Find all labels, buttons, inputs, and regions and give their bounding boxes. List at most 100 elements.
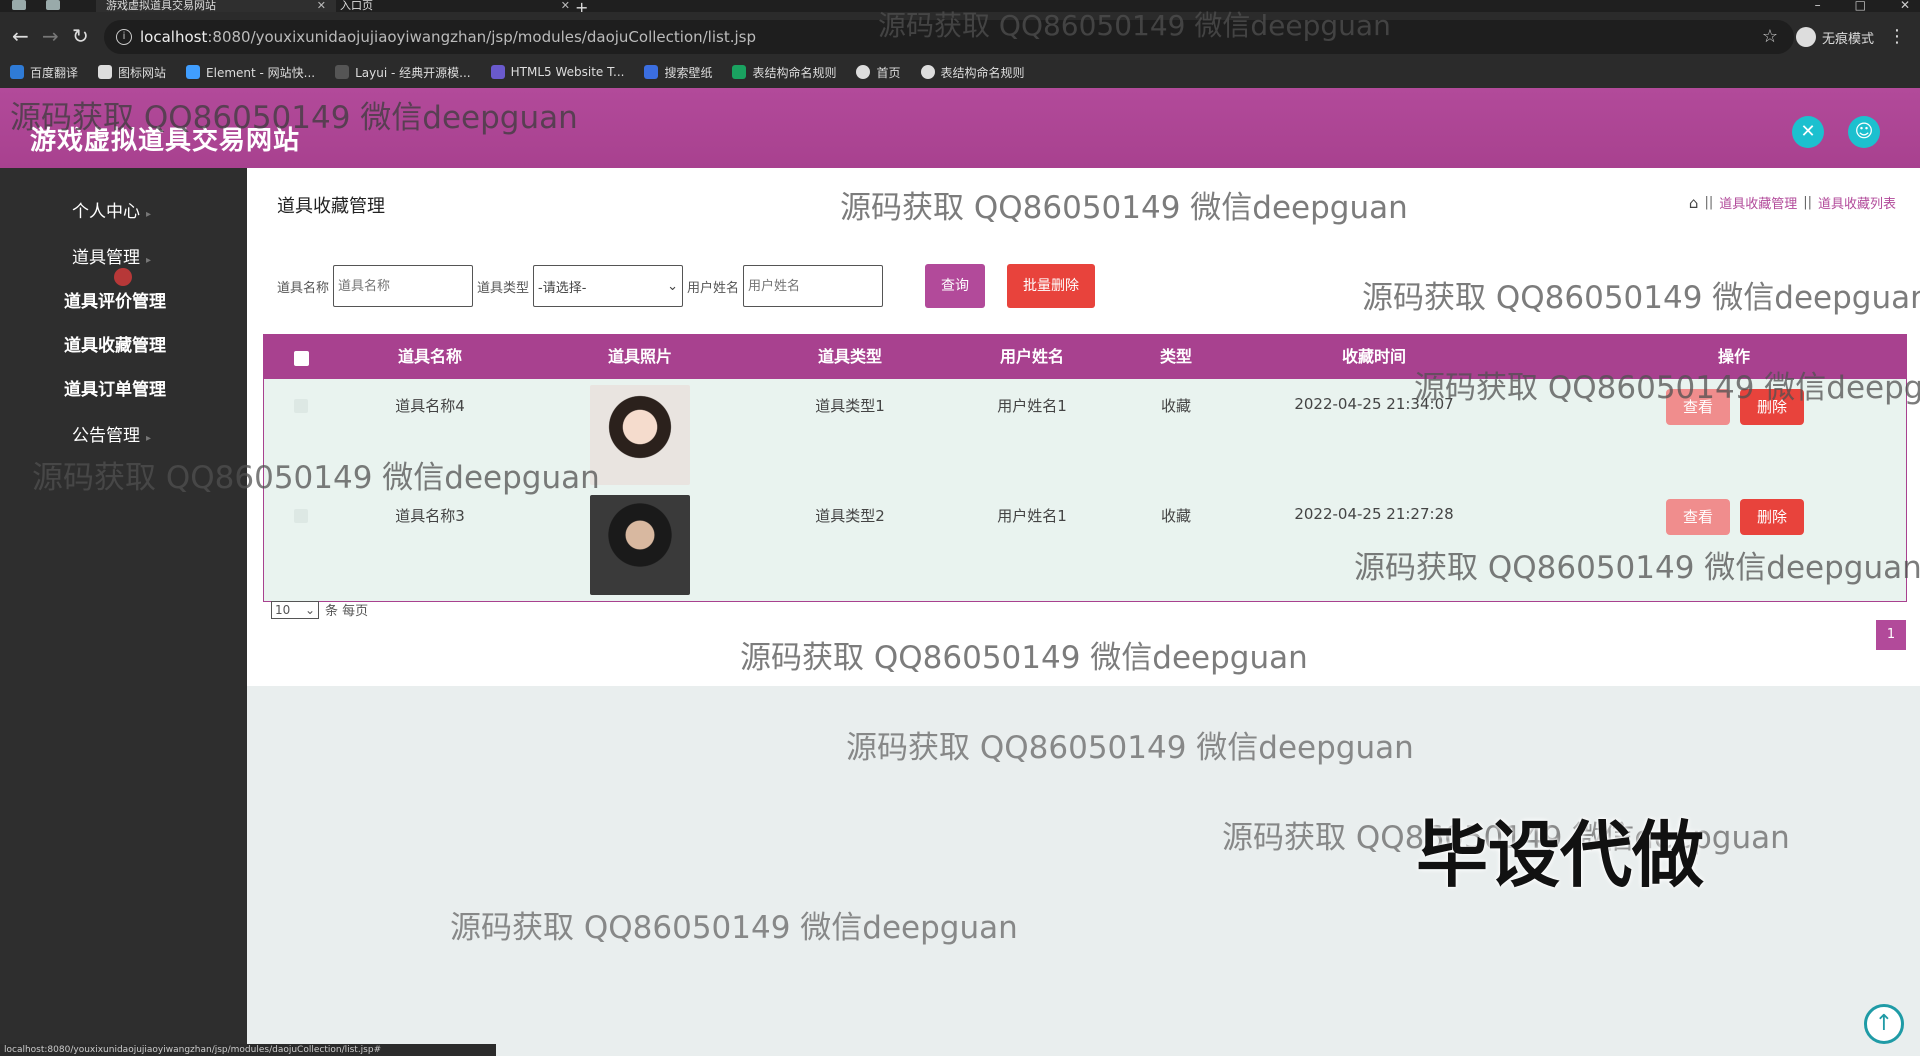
page-size-select[interactable]: 10 ⌄	[271, 600, 319, 619]
breadcrumb-item[interactable]: 道具收藏管理	[1719, 193, 1797, 212]
window-close-icon[interactable]: ✕	[1900, 0, 1910, 12]
tab-search-icon[interactable]	[46, 0, 60, 10]
bookmark-item[interactable]: 表结构命名规则	[920, 64, 1025, 81]
incognito-badge[interactable]: 无痕模式	[1796, 27, 1874, 47]
info-icon[interactable]: i	[116, 29, 132, 45]
maximize-icon[interactable]: □	[1855, 0, 1866, 12]
user-icon[interactable]: ☺	[1848, 116, 1880, 148]
sidebar-item-notice-management[interactable]: 公告管理 ▸	[0, 416, 247, 456]
user-name-input[interactable]	[743, 265, 884, 307]
scroll-to-top-icon[interactable]: ↑	[1864, 1004, 1904, 1044]
watermark: 源码获取 QQ86050149 微信deepguan	[846, 730, 1414, 766]
status-bar-url: localhost:8080/youxixunidaojujiaoyiwangz…	[0, 1044, 496, 1056]
chevron-icon: ▸	[146, 255, 152, 266]
sidebar-item-personal-center[interactable]: 个人中心 ▸	[0, 192, 247, 232]
chevron-down-icon: ⌄	[667, 278, 679, 294]
bookmark-item[interactable]: 表结构命名规则	[732, 64, 836, 81]
bookmarks-bar: 百度翻译 图标网站 Element - 网站快... Layui - 经典开源模…	[0, 56, 1920, 88]
batch-delete-button[interactable]: 批量删除	[1007, 264, 1096, 308]
breadcrumb-item[interactable]: 道具收藏列表	[1818, 193, 1896, 212]
per-page-label: 条 每页	[325, 604, 369, 619]
bookmark-item[interactable]: 首页	[856, 64, 901, 81]
cell-item-name: 道具名称4	[395, 397, 465, 415]
item-type-label: 道具类型	[477, 280, 530, 296]
watermark: 源码获取 QQ86050149 微信deepguan	[740, 640, 1308, 676]
element-icon	[186, 65, 201, 79]
cell-item-name: 道具名称3	[395, 507, 465, 525]
sheet-icon	[732, 65, 747, 79]
watermark: 源码获取 QQ86050149 微信deepguan	[10, 100, 578, 136]
bookmark-star-icon[interactable]: ☆	[1762, 26, 1778, 47]
close-icon[interactable]: ✕	[561, 0, 570, 11]
bookmark-item[interactable]: 搜索壁纸	[644, 64, 712, 81]
bookmark-item[interactable]: Element - 网站快...	[186, 64, 315, 81]
bookmark-item[interactable]: 图标网站	[98, 64, 166, 81]
item-photo[interactable]	[590, 385, 690, 485]
watermark: 源码获取 QQ86050149 微信deepguan	[840, 190, 1408, 226]
layui-icon	[335, 65, 350, 79]
breadcrumb: ⌂ || 道具收藏管理 || 道具收藏列表	[1688, 193, 1896, 213]
sidebar-item-collection-management[interactable]: 道具收藏管理	[0, 326, 247, 366]
chevron-icon: ▸	[146, 209, 152, 220]
browser-menu-icon[interactable]	[12, 0, 26, 10]
row-checkbox[interactable]	[294, 509, 308, 523]
flag-icon	[98, 65, 113, 79]
click-indicator	[114, 268, 132, 286]
row-checkbox[interactable]	[294, 399, 308, 413]
item-type-select[interactable]: -请选择- ⌄	[533, 265, 684, 307]
cell-kind: 收藏	[1160, 397, 1191, 415]
watermark: 源码获取 QQ86050149 微信deepguan	[450, 910, 1018, 946]
cell-item-type: 道具类型2	[815, 507, 885, 525]
url-text[interactable]: localhost:8080/youxixunidaojujiaoyiwangz…	[140, 28, 756, 46]
column-header: 道具照片	[607, 347, 672, 366]
column-header: 类型	[1159, 347, 1192, 366]
tab-title: 游戏虚拟道具交易网站	[106, 0, 216, 12]
fullscreen-icon[interactable]: ✕	[1792, 116, 1824, 148]
home-icon[interactable]: ⌂	[1689, 194, 1699, 212]
kebab-menu-icon[interactable]: ⋮	[1888, 26, 1906, 47]
minimize-icon[interactable]: –	[1815, 0, 1821, 12]
watermark: 源码获取 QQ86050149 微信deepguan	[32, 460, 600, 496]
bookmark-item[interactable]: Layui - 经典开源模...	[335, 64, 471, 81]
watermark: 源码获取 QQ86050149 微信deepguan	[1354, 550, 1920, 586]
search-form: 道具名称 道具类型 -请选择- ⌄ 用户姓名 查询 批量删除	[277, 264, 1096, 308]
browser-tab-inactive[interactable]: 入口页 ✕	[330, 0, 580, 12]
tab-strip-icons	[12, 0, 60, 10]
cell-item-type: 道具类型1	[815, 397, 885, 415]
select-all-checkbox[interactable]	[294, 351, 309, 366]
watermark: 源码获取 QQ86050149 微信deepguan	[1362, 280, 1920, 316]
sidebar-item-order-management[interactable]: 道具订单管理	[0, 370, 247, 410]
item-photo[interactable]	[590, 495, 690, 595]
view-button[interactable]: 查看	[1666, 499, 1730, 535]
user-name-label: 用户姓名	[687, 280, 740, 296]
wallpaper-icon	[644, 65, 659, 79]
column-header: 道具类型	[817, 347, 882, 366]
main-content: 道具收藏管理 ⌂ || 道具收藏管理 || 道具收藏列表 道具名称 道具类型 -…	[247, 168, 1920, 686]
delete-button[interactable]: 删除	[1740, 499, 1804, 535]
query-button[interactable]: 查询	[925, 264, 986, 308]
incognito-label: 无痕模式	[1822, 31, 1875, 47]
bookmark-item[interactable]: HTML5 Website T...	[490, 65, 624, 79]
sidebar: 个人中心 ▸ 道具管理 ▸ 道具评价管理 道具收藏管理 道具订单管理 公告管理 ▸	[0, 168, 247, 1056]
cell-user-name: 用户姓名1	[997, 507, 1067, 525]
reload-icon[interactable]: ↻	[72, 26, 89, 46]
column-header: 道具名称	[397, 347, 462, 366]
browser-tab-active[interactable]: 游戏虚拟道具交易网站 ✕	[96, 0, 336, 12]
page-size-control: 10 ⌄ 条 每页	[271, 600, 368, 619]
cell-collected-time: 2022-04-25 21:27:28	[1294, 505, 1454, 523]
sidebar-item-review-management[interactable]: 道具评价管理	[0, 282, 247, 322]
incognito-icon	[1796, 27, 1816, 47]
promo-overlay-text: 毕设代做	[1416, 813, 1705, 897]
globe-icon	[856, 65, 871, 79]
close-icon[interactable]: ✕	[317, 0, 326, 11]
column-header: 用户姓名	[999, 347, 1064, 366]
item-name-input[interactable]	[333, 265, 474, 307]
cell-kind: 收藏	[1160, 507, 1191, 525]
back-icon[interactable]: ←	[12, 26, 29, 46]
forward-icon[interactable]: →	[42, 26, 59, 46]
page-title: 道具收藏管理	[277, 196, 385, 217]
window-controls: – □ ✕	[1815, 0, 1910, 12]
bookmark-item[interactable]: 百度翻译	[10, 64, 78, 81]
item-name-label: 道具名称	[277, 280, 330, 296]
page-number-button[interactable]: 1	[1876, 620, 1906, 650]
